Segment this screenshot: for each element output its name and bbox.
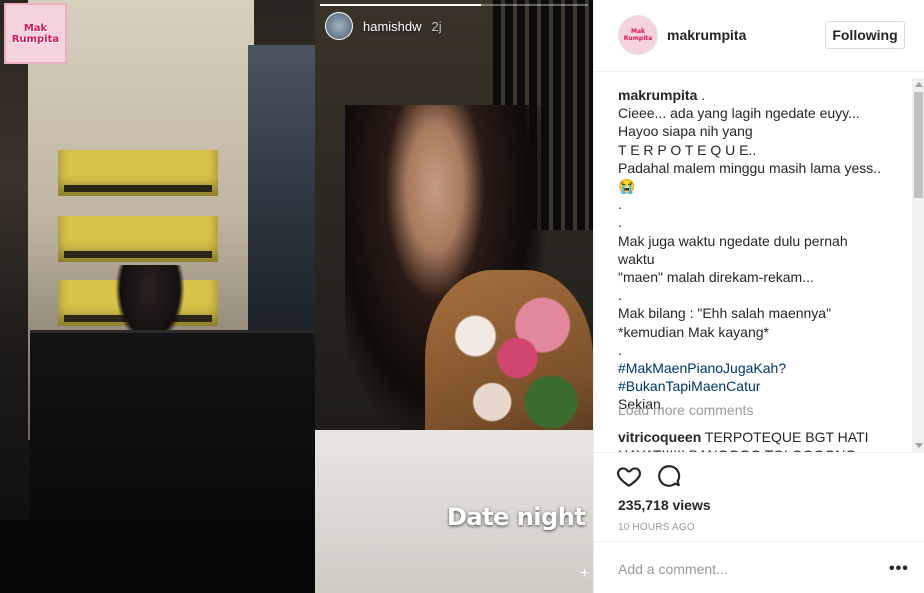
caption-line: Mak juga waktu ngedate dulu pernah waktu xyxy=(618,232,848,267)
logo-text-line2: Rumpita xyxy=(11,33,60,45)
caption-line: Cieee... ada yang lagih ngedate euyy... xyxy=(618,105,860,122)
caption: makrumpita . Cieee... ada yang lagih nge… xyxy=(618,86,888,414)
caption-line: *kemudian Mak kayang* xyxy=(618,323,769,340)
plus-icon[interactable]: + xyxy=(580,565,589,583)
caption-line: Hayoo siapa nih yang xyxy=(618,123,753,140)
caption-line: . xyxy=(618,196,622,213)
logo-text-line1: Mak xyxy=(23,22,48,34)
post-header: Mak Rumpita makrumpita Following xyxy=(594,0,924,72)
post-sidebar: Mak Rumpita makrumpita Following makrump… xyxy=(593,0,924,593)
window-image xyxy=(248,45,315,345)
comment-bubble-icon[interactable] xyxy=(656,463,682,489)
lit-shelf xyxy=(58,150,218,196)
caption-line: . xyxy=(618,341,622,358)
caption-line: . xyxy=(701,87,706,103)
story-progress-bar xyxy=(320,4,588,6)
caption-line: . xyxy=(618,214,622,231)
hashtag-link[interactable]: #MakMaenPianoJugaKah? xyxy=(618,359,888,377)
post-actions: 235,718 views 10 HOURS AGO ••• xyxy=(594,452,924,593)
brand-logo: Mak Rumpita xyxy=(4,3,67,64)
add-comment-bar: ••• xyxy=(594,541,924,593)
story-progress-fill xyxy=(320,4,481,6)
lit-shelf xyxy=(58,216,218,262)
hashtag-link[interactable]: #BukanTapiMaenCatur xyxy=(618,377,888,395)
following-button[interactable]: Following xyxy=(825,21,905,49)
more-options-icon[interactable]: ••• xyxy=(889,560,909,578)
story-timestamp: 2j xyxy=(431,18,442,34)
view-count[interactable]: 235,718 views xyxy=(618,497,711,513)
caption-line: . xyxy=(618,287,622,304)
scroll-up-arrow-icon[interactable] xyxy=(915,82,923,87)
avatar[interactable]: Mak Rumpita xyxy=(618,15,658,55)
post-username[interactable]: makrumpita xyxy=(667,27,746,43)
caption-line: Mak bilang : "Ehh salah maennya" xyxy=(618,305,832,322)
comment-author[interactable]: vitricoqueen xyxy=(618,429,701,445)
add-comment-input[interactable] xyxy=(618,558,868,580)
story-avatar[interactable] xyxy=(325,12,353,40)
caption-author[interactable]: makrumpita xyxy=(618,87,697,103)
comment-item: vitricoqueen TERPOTEQUE BGT HATI HAYATII… xyxy=(618,428,888,452)
story-overlay-text: Date night xyxy=(447,503,586,531)
piano-image xyxy=(30,330,315,530)
caption-line: "maen" malah direkam-rekam... xyxy=(618,269,814,286)
caption-line: Padahal malem minggu masih lama yess.. xyxy=(618,159,882,176)
story-user-info[interactable]: hamishdw 2j xyxy=(325,12,442,40)
story-panel-piano[interactable]: Mak Rumpita xyxy=(0,0,315,593)
scrollbar-thumb[interactable] xyxy=(914,92,923,198)
caption-line: T E R P O T E Q U E.. xyxy=(618,141,757,158)
load-more-comments-link[interactable]: Load more comments xyxy=(618,402,753,418)
story-username[interactable]: hamishdw xyxy=(363,19,422,34)
comments-scrollbar[interactable] xyxy=(912,78,924,452)
comments-section: makrumpita . Cieee... ada yang lagih nge… xyxy=(594,72,924,452)
floor-image xyxy=(0,520,315,593)
scroll-down-arrow-icon[interactable] xyxy=(915,443,923,448)
post-timestamp: 10 HOURS AGO xyxy=(618,522,695,533)
crying-emoji-icon: 😭 xyxy=(618,178,636,195)
like-heart-icon[interactable] xyxy=(616,463,642,489)
avatar-text-line2: Rumpita xyxy=(623,35,653,42)
avatar-text-line1: Mak xyxy=(630,28,645,35)
